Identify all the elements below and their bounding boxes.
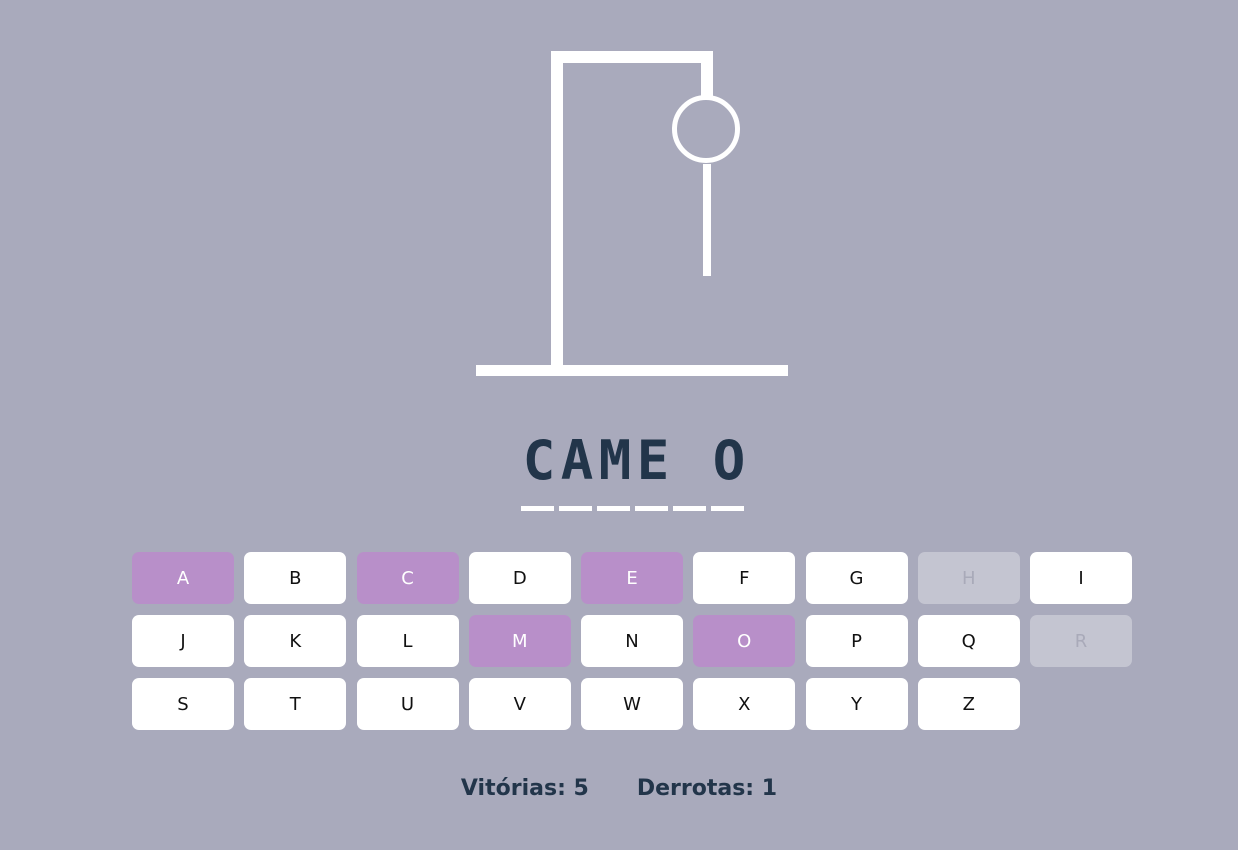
gallows-post (551, 51, 563, 371)
key-y[interactable]: Y (805, 678, 908, 730)
key-x[interactable]: X (693, 678, 796, 730)
key-b[interactable]: B (244, 552, 347, 604)
key-s[interactable]: S (132, 678, 234, 730)
key-u[interactable]: U (356, 678, 459, 730)
key-e[interactable]: E (581, 552, 683, 604)
letter-slot (672, 428, 710, 512)
key-n[interactable]: N (581, 615, 683, 667)
wins-counter: Vitórias: 5 (460, 776, 589, 801)
key-a[interactable]: A (132, 552, 234, 604)
key-f[interactable]: F (693, 552, 796, 604)
gallows-beam (551, 51, 713, 63)
losses-counter: Derrotas: 1 (636, 776, 778, 801)
letter-slot-underline (597, 506, 630, 511)
key-l[interactable]: L (356, 615, 459, 667)
hangman-head (672, 95, 740, 163)
key-o[interactable]: O (693, 615, 796, 667)
key-t[interactable]: T (244, 678, 347, 730)
key-w[interactable]: W (581, 678, 683, 730)
letter-slot-underline (673, 506, 706, 511)
key-r: R (1030, 615, 1132, 667)
score-panel: Vitórias: 5 Derrotas: 1 (0, 776, 1238, 801)
key-c[interactable]: C (356, 552, 459, 604)
gallows-base (476, 365, 788, 376)
key-g[interactable]: G (805, 552, 908, 604)
key-d[interactable]: D (468, 552, 571, 604)
letter-slot-char: O (712, 429, 746, 492)
word-display: CAMEO (520, 428, 748, 512)
letter-slot-underline (521, 506, 554, 511)
letter-slot: A (558, 428, 596, 512)
key-z[interactable]: Z (917, 678, 1020, 730)
gallows-rope (701, 51, 713, 97)
letter-slot-underline (711, 506, 744, 511)
key-v[interactable]: V (468, 678, 571, 730)
key-m[interactable]: M (468, 615, 571, 667)
letter-slot-char: A (560, 429, 594, 492)
letter-slot: C (520, 428, 558, 512)
letter-slot-char: E (636, 429, 670, 492)
letter-keyboard: ABCDEFGHI JKLMNOPQR STUVWXYZ (132, 552, 1132, 730)
letter-slot: M (596, 428, 634, 512)
key-h: H (917, 552, 1020, 604)
hangman-body (703, 164, 711, 276)
hangman-drawing (476, 51, 788, 376)
letter-slot: O (710, 428, 748, 512)
letter-slot-char: M (598, 429, 632, 492)
letter-slot-underline (559, 506, 592, 511)
letter-slot-char: C (522, 429, 556, 492)
letter-slot-underline (635, 506, 668, 511)
key-q[interactable]: Q (917, 615, 1020, 667)
key-j[interactable]: J (132, 615, 234, 667)
letter-slot: E (634, 428, 672, 512)
key-k[interactable]: K (244, 615, 347, 667)
key-i[interactable]: I (1030, 552, 1132, 604)
key-p[interactable]: P (805, 615, 908, 667)
